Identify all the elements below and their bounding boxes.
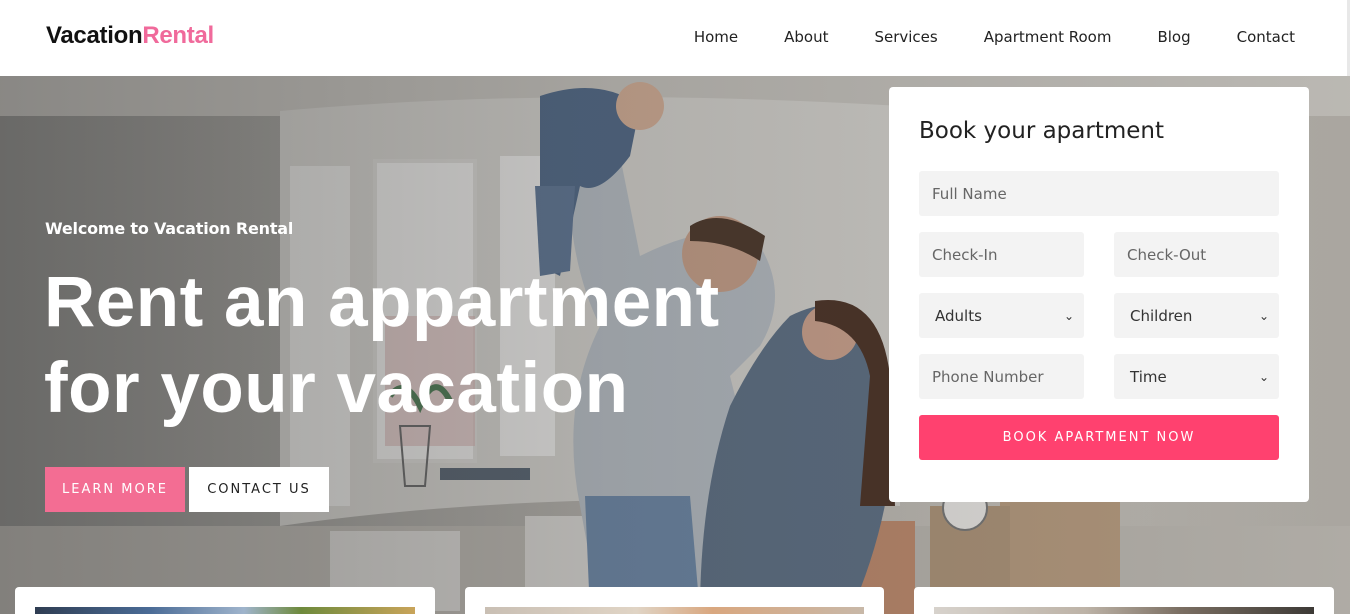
main-nav: Home About Services Apartment Room Blog …: [694, 27, 1295, 47]
nav-item-contact[interactable]: Contact: [1237, 27, 1295, 47]
room-card-image: [485, 607, 864, 614]
hero-section: Welcome to Vacation Rental Rent an appar…: [0, 76, 1350, 614]
top-navbar: VacationRental Home About Services Apart…: [0, 0, 1350, 76]
phone-number-input[interactable]: Phone Number: [919, 354, 1084, 399]
time-select-value: Time: [1130, 367, 1167, 386]
brand-logo[interactable]: VacationRental: [46, 22, 214, 50]
chevron-down-icon: ⌄: [1063, 308, 1074, 323]
room-card[interactable]: [914, 587, 1334, 614]
time-select[interactable]: Time ⌄: [1114, 354, 1279, 399]
children-select[interactable]: Children ⌄: [1114, 293, 1279, 338]
booking-form: Book your apartment Full Name Check-In C…: [889, 87, 1309, 502]
book-apartment-button[interactable]: BOOK APARTMENT NOW: [919, 415, 1279, 460]
chevron-down-icon: ⌄: [1258, 369, 1269, 384]
brand-logo-part1: Vacation: [46, 22, 143, 49]
nav-item-services[interactable]: Services: [874, 27, 937, 47]
chevron-down-icon: ⌄: [1258, 308, 1269, 323]
hero-headline-line2: for your vacation: [44, 349, 629, 428]
children-select-value: Children: [1130, 306, 1193, 325]
hero-headline: Rent an appartment for your vacation: [44, 260, 804, 432]
room-card-image: [35, 607, 415, 614]
full-name-input[interactable]: Full Name: [919, 171, 1279, 216]
room-card[interactable]: [465, 587, 884, 614]
nav-item-blog[interactable]: Blog: [1157, 27, 1190, 47]
booking-title: Book your apartment: [919, 118, 1164, 144]
check-in-input[interactable]: Check-In: [919, 232, 1084, 277]
room-card-image: [934, 607, 1314, 614]
adults-select[interactable]: Adults ⌄: [919, 293, 1084, 338]
room-card[interactable]: [15, 587, 435, 614]
adults-select-value: Adults: [935, 306, 982, 325]
brand-logo-part2: Rental: [142, 22, 214, 49]
check-out-input[interactable]: Check-Out: [1114, 232, 1279, 277]
learn-more-button[interactable]: LEARN MORE: [45, 467, 185, 512]
hero-eyebrow: Welcome to Vacation Rental: [45, 219, 294, 238]
hero-headline-line1: Rent an appartment: [44, 263, 720, 342]
contact-us-button[interactable]: CONTACT US: [189, 467, 329, 512]
nav-item-apartment-room[interactable]: Apartment Room: [984, 27, 1112, 47]
nav-item-home[interactable]: Home: [694, 27, 738, 47]
nav-item-about[interactable]: About: [784, 27, 828, 47]
